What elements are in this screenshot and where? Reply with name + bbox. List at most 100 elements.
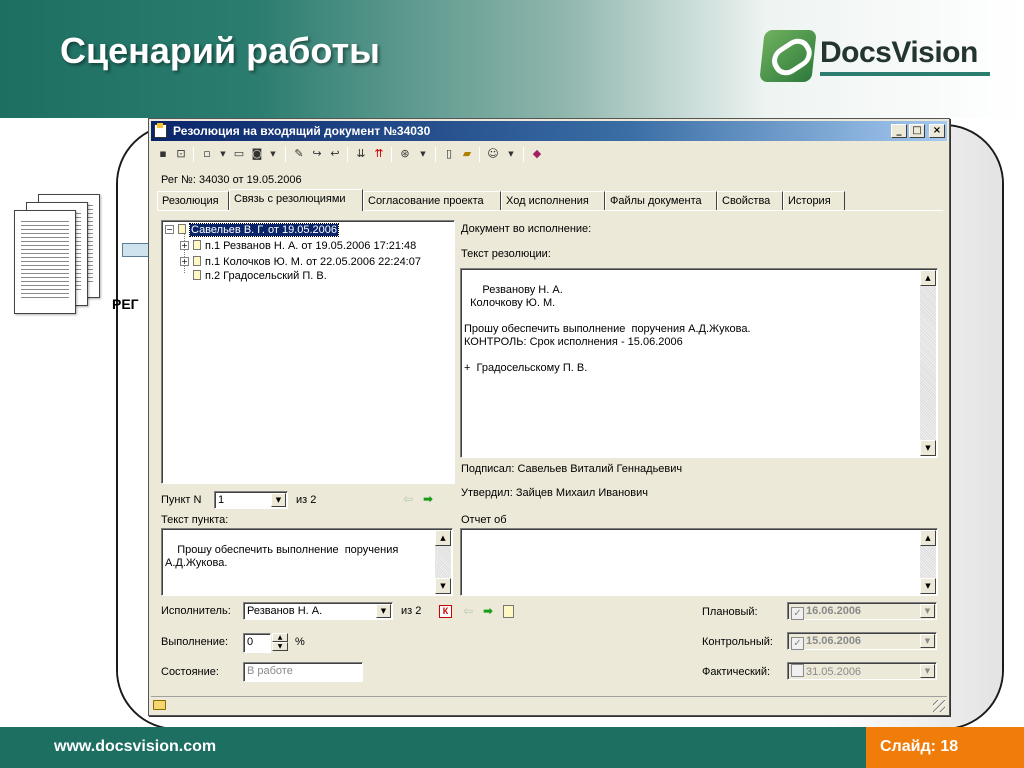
report-label: Отчет об bbox=[461, 514, 507, 526]
scroll-up-icon[interactable]: ▲ bbox=[920, 270, 936, 286]
item-number-select[interactable]: 1 ▼ bbox=[214, 491, 288, 509]
control-date-value: 15.06.2006 bbox=[806, 635, 862, 647]
new-doc-icon[interactable]: ▫ bbox=[199, 146, 215, 162]
sign-icon[interactable]: ✎ bbox=[291, 146, 307, 162]
window-titlebar[interactable]: Резолюция на входящий документ №34030 _ … bbox=[151, 121, 947, 141]
execution-stepper[interactable]: ▲ ▼ bbox=[272, 633, 288, 651]
collapse-icon[interactable]: − bbox=[165, 225, 174, 234]
tree-node[interactable]: + п.1 Резванов Н. А. от 19.05.2006 17:21:… bbox=[180, 239, 416, 253]
item-text-label: Текст пункта: bbox=[161, 514, 229, 526]
item-number-label: Пункт N bbox=[161, 494, 202, 506]
export-icon[interactable]: ⇈ bbox=[371, 146, 387, 162]
resolution-window: Резолюция на входящий документ №34030 _ … bbox=[148, 118, 950, 716]
tree-node-label[interactable]: п.1 Резванов Н. А. от 19.05.2006 17:21:4… bbox=[205, 240, 416, 252]
chevron-down-icon[interactable]: ▼ bbox=[376, 604, 391, 618]
scroll-up-icon[interactable]: ▲ bbox=[920, 530, 936, 546]
expand-icon[interactable]: + bbox=[180, 257, 189, 266]
scroll-down-icon[interactable]: ▼ bbox=[435, 578, 451, 594]
resize-grip[interactable] bbox=[933, 700, 945, 712]
execution-input[interactable]: 0 bbox=[243, 633, 271, 653]
planned-date-label: Плановый: bbox=[702, 606, 758, 618]
maximize-button[interactable]: □ bbox=[909, 124, 925, 138]
dropdown-icon[interactable]: ▼ bbox=[503, 146, 519, 162]
slide-footer: www.docsvision.com Слайд: 18 bbox=[0, 727, 1024, 768]
folder-icon[interactable]: ▰ bbox=[459, 146, 475, 162]
document-icon bbox=[193, 240, 201, 250]
resolution-text-area[interactable]: Резванову Н. А. Колочкову Ю. М. Прошу об… bbox=[460, 268, 938, 458]
previous-arrow-icon[interactable]: ⇦ bbox=[463, 605, 473, 617]
chevron-down-icon[interactable]: ▼ bbox=[271, 493, 286, 507]
toolbar-separator bbox=[479, 147, 480, 162]
tree-node[interactable]: п.2 Градосельский П. В. bbox=[193, 269, 327, 283]
actual-date-value: 31.05.2006 bbox=[806, 666, 862, 678]
document-icon[interactable]: ▯ bbox=[441, 146, 457, 162]
slide-title: Сценарий работы bbox=[60, 30, 380, 71]
stamp-icon[interactable]: ⊛ bbox=[397, 146, 413, 162]
control-date-picker: ✓ 15.06.2006 ▼ bbox=[787, 632, 937, 650]
preview-icon[interactable]: ◙ bbox=[249, 146, 265, 162]
scroll-down-icon[interactable]: ▼ bbox=[920, 578, 936, 594]
vertical-scrollbar[interactable]: ▲ ▼ bbox=[920, 530, 936, 594]
expand-icon[interactable]: + bbox=[180, 241, 189, 250]
tab-history[interactable]: История bbox=[783, 191, 845, 210]
dropdown-icon[interactable]: ▼ bbox=[265, 146, 281, 162]
tree-node-root[interactable]: − Савельев В. Г. от 19.05.2006 bbox=[165, 223, 340, 237]
state-field: В работе bbox=[243, 662, 363, 682]
executor-total: из 2 bbox=[401, 605, 422, 617]
toolbar-separator bbox=[523, 147, 524, 162]
toolbar-separator bbox=[347, 147, 348, 162]
registration-info: Рег №: 34030 от 19.05.2006 bbox=[161, 174, 302, 186]
edit-icon[interactable] bbox=[503, 605, 514, 618]
next-arrow-icon[interactable]: ➡ bbox=[423, 493, 433, 505]
remove-executor-icon[interactable]: К bbox=[439, 605, 452, 618]
tab-document-files[interactable]: Файлы документа bbox=[605, 191, 717, 210]
stepper-down-icon[interactable]: ▼ bbox=[272, 642, 288, 651]
forward-icon[interactable]: ↪ bbox=[309, 146, 325, 162]
resolution-tree[interactable]: − Савельев В. Г. от 19.05.2006 + п.1 Резва… bbox=[161, 220, 455, 484]
item-total: из 2 bbox=[296, 494, 317, 506]
tab-resolution[interactable]: Резолюция bbox=[157, 191, 229, 210]
scroll-up-icon[interactable]: ▲ bbox=[435, 530, 451, 546]
tree-node[interactable]: + п.1 Колочков Ю. М. от 22.05.2006 22:24:… bbox=[180, 255, 421, 269]
logo-mark-icon bbox=[759, 30, 817, 82]
dropdown-icon[interactable]: ▼ bbox=[415, 146, 431, 162]
back-icon[interactable]: ↩ bbox=[327, 146, 343, 162]
report-text-area[interactable]: ▲ ▼ bbox=[460, 528, 938, 596]
previous-arrow-icon[interactable]: ⇦ bbox=[403, 493, 413, 505]
next-arrow-icon[interactable]: ➡ bbox=[483, 605, 493, 617]
tab-properties[interactable]: Свойства bbox=[717, 191, 783, 210]
status-bar bbox=[151, 696, 947, 714]
minimize-button[interactable]: _ bbox=[891, 124, 907, 138]
executor-select[interactable]: Резванов Н. А. ▼ bbox=[243, 602, 393, 620]
item-text-area[interactable]: Прошу обеспечить выполнение поручения А.… bbox=[161, 528, 453, 596]
footer-url[interactable]: www.docsvision.com bbox=[54, 738, 216, 756]
vertical-scrollbar[interactable]: ▲ ▼ bbox=[435, 530, 451, 594]
resolution-text: Резванову Н. А. Колочкову Ю. М. Прошу об… bbox=[464, 284, 751, 374]
dropdown-icon[interactable]: ▼ bbox=[215, 146, 231, 162]
logo-underline bbox=[820, 72, 990, 76]
document-icon bbox=[193, 270, 201, 280]
save-icon[interactable]: ▪ bbox=[155, 146, 171, 162]
tree-node-label[interactable]: п.1 Колочков Ю. М. от 22.05.2006 22:24:0… bbox=[205, 256, 421, 268]
scroll-down-icon[interactable]: ▼ bbox=[920, 440, 936, 456]
tab-resolution-links[interactable]: Связь с резолюциями bbox=[229, 189, 363, 211]
vertical-scrollbar[interactable]: ▲ ▼ bbox=[920, 270, 936, 456]
import-icon[interactable]: ⇊ bbox=[353, 146, 369, 162]
stepper-up-icon[interactable]: ▲ bbox=[272, 633, 288, 642]
execution-unit: % bbox=[295, 636, 305, 648]
approved-by: Утвердил: Зайцев Михаил Иванович bbox=[461, 487, 648, 499]
copy-icon[interactable]: ▭ bbox=[231, 146, 247, 162]
link-icon[interactable]: ⊡ bbox=[173, 146, 189, 162]
logo-text: DocsVision bbox=[820, 36, 978, 69]
actual-date-label: Фактический: bbox=[702, 666, 771, 678]
book-icon[interactable]: ◆ bbox=[529, 146, 545, 162]
tree-node-label[interactable]: Савельев В. Г. от 19.05.2006 bbox=[188, 223, 340, 237]
toolbar-separator bbox=[391, 147, 392, 162]
tree-node-label[interactable]: п.2 Градосельский П. В. bbox=[205, 270, 327, 282]
close-button[interactable]: × bbox=[929, 124, 945, 138]
tab-execution-progress[interactable]: Ход исполнения bbox=[501, 191, 605, 210]
chevron-down-icon: ▼ bbox=[920, 604, 935, 618]
folder-icon[interactable] bbox=[153, 700, 166, 710]
users-icon[interactable]: ☺ bbox=[485, 146, 501, 162]
tab-project-approval[interactable]: Согласование проекта bbox=[363, 191, 501, 210]
